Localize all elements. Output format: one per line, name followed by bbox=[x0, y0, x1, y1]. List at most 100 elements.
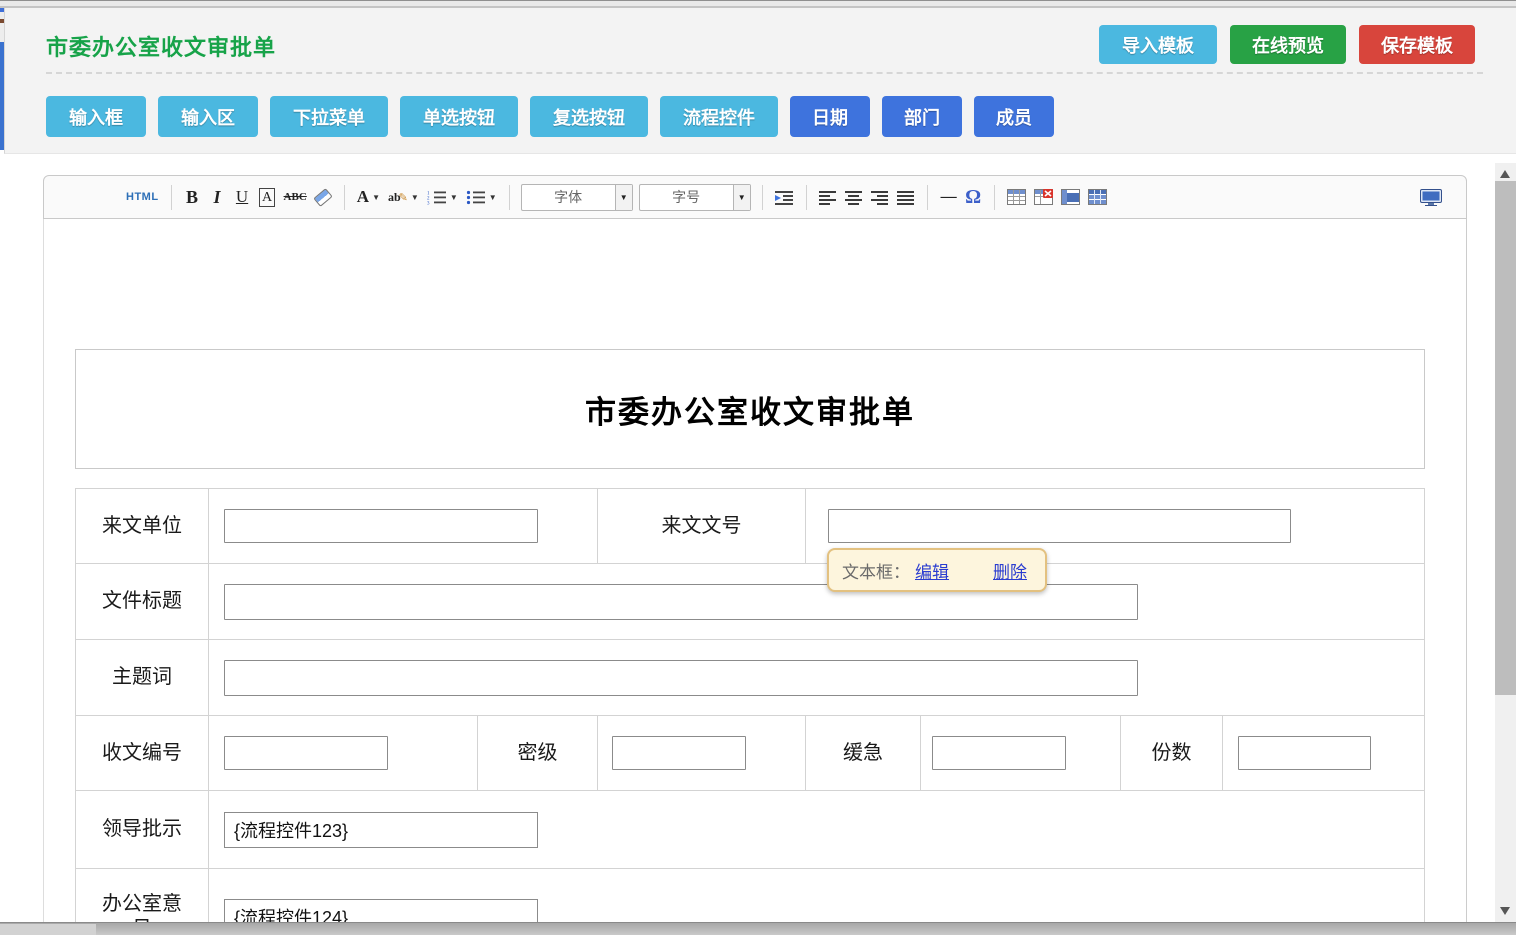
align-center-icon bbox=[845, 190, 863, 205]
tooltip-label: 文本框： bbox=[842, 558, 910, 583]
control-textarea-button[interactable]: 输入区 bbox=[158, 96, 258, 137]
align-center-button[interactable] bbox=[841, 182, 867, 212]
highlight-color-button[interactable]: ab✎▼ bbox=[384, 182, 423, 212]
table-cell bbox=[921, 716, 1121, 790]
horizontal-rule-button[interactable]: — bbox=[936, 182, 961, 212]
secret-label: 密级 bbox=[478, 716, 598, 790]
chevron-down-icon: ▼ bbox=[615, 185, 632, 210]
align-justify-button[interactable] bbox=[893, 182, 919, 212]
font-color-glyph: A bbox=[357, 187, 369, 207]
table-cell bbox=[209, 716, 478, 790]
table-cell-properties-button[interactable] bbox=[1057, 182, 1084, 212]
underline-button[interactable]: U bbox=[230, 182, 255, 212]
control-department-button[interactable]: 部门 bbox=[882, 96, 962, 137]
table-cell bbox=[209, 564, 1426, 639]
align-right-button[interactable] bbox=[867, 182, 893, 212]
page-title: 市委办公室收文审批单 bbox=[46, 30, 276, 62]
font-color-button[interactable]: A▼ bbox=[353, 182, 384, 212]
come-unit-input[interactable] bbox=[224, 509, 538, 543]
table-row-properties-button[interactable] bbox=[1084, 182, 1111, 212]
bold-button[interactable]: B bbox=[180, 182, 205, 212]
urgency-input[interactable] bbox=[932, 736, 1066, 770]
font-family-select[interactable]: 字体▼ bbox=[521, 184, 633, 211]
table-cell bbox=[598, 716, 806, 790]
toolbar-separator bbox=[927, 185, 928, 210]
font-size-select[interactable]: 字号▼ bbox=[639, 184, 751, 211]
strikethrough-button[interactable]: ABC bbox=[280, 182, 311, 212]
align-left-icon bbox=[819, 190, 837, 205]
table-cell: {流程控件123} bbox=[209, 791, 1426, 868]
control-flow-widget-button[interactable]: 流程控件 bbox=[660, 96, 778, 137]
subject-input[interactable] bbox=[224, 660, 1138, 696]
chevron-down-icon: ▼ bbox=[450, 193, 458, 202]
copies-label: 份数 bbox=[1121, 716, 1223, 790]
control-dropdown-button[interactable]: 下拉菜单 bbox=[270, 96, 388, 137]
table-row-icon bbox=[1088, 189, 1107, 205]
control-checkbox-button[interactable]: 复选按钮 bbox=[530, 96, 648, 137]
come-no-input[interactable] bbox=[828, 509, 1291, 543]
table-icon bbox=[1007, 189, 1026, 205]
unordered-list-button[interactable]: ▼ bbox=[462, 182, 501, 212]
subject-label: 主题词 bbox=[76, 640, 209, 715]
chevron-down-icon: ▼ bbox=[372, 193, 380, 202]
svg-text:3: 3 bbox=[427, 201, 430, 205]
font-size-value: 字号 bbox=[640, 185, 733, 210]
left-edge-fragment bbox=[0, 23, 4, 42]
import-template-button[interactable]: 导入模板 bbox=[1099, 25, 1217, 64]
remove-format-button[interactable] bbox=[311, 182, 336, 212]
font-frame-glyph: A bbox=[259, 188, 275, 207]
left-edge-fragment bbox=[0, 12, 4, 19]
special-char-button[interactable]: Ω bbox=[961, 182, 986, 212]
ordered-list-icon: 1 2 3 bbox=[427, 190, 447, 205]
online-preview-button[interactable]: 在线预览 bbox=[1230, 25, 1346, 64]
table-cell-icon bbox=[1061, 189, 1080, 205]
window-top-edge bbox=[0, 0, 1516, 8]
indent-button[interactable] bbox=[771, 182, 798, 212]
secret-input[interactable] bbox=[612, 736, 746, 770]
delete-link[interactable]: 删除 bbox=[993, 558, 1027, 583]
table-row: 主题词 bbox=[76, 640, 1424, 716]
table-cell bbox=[209, 640, 1426, 715]
align-right-icon bbox=[871, 190, 889, 205]
delete-table-button[interactable] bbox=[1030, 182, 1057, 212]
come-no-label: 来文文号 bbox=[598, 489, 806, 563]
table-row: 来文单位 来文文号 bbox=[76, 489, 1424, 564]
scrollbar-thumb[interactable] bbox=[1495, 181, 1516, 695]
receive-no-input[interactable] bbox=[224, 736, 388, 770]
chevron-down-icon: ▼ bbox=[411, 193, 419, 202]
insert-table-button[interactable] bbox=[1003, 182, 1030, 212]
unordered-list-icon bbox=[466, 190, 486, 205]
table-row: 收文编号 密级 缓急 份数 bbox=[76, 716, 1424, 791]
control-radio-button[interactable]: 单选按钮 bbox=[400, 96, 518, 137]
flow-widget-123-field[interactable]: {流程控件123} bbox=[224, 812, 538, 848]
editor-canvas[interactable]: 市委办公室收文审批单 来文单位 来文文号 文件标题 主题词 收文编号 bbox=[43, 219, 1467, 935]
field-type-toolbar: 输入框 输入区 下拉菜单 单选按钮 复选按钮 流程控件 日期 部门 成员 bbox=[46, 96, 1054, 137]
chevron-down-icon: ▼ bbox=[489, 193, 497, 202]
table-cell bbox=[1223, 716, 1426, 790]
control-member-button[interactable]: 成员 bbox=[974, 96, 1054, 137]
scroll-up-arrow[interactable] bbox=[1500, 170, 1510, 178]
table-cell bbox=[209, 489, 598, 563]
table-row: 领导批示 {流程控件123} bbox=[76, 791, 1424, 869]
font-family-value: 字体 bbox=[522, 185, 615, 210]
toolbar-separator bbox=[344, 185, 345, 210]
fullscreen-button[interactable] bbox=[1416, 182, 1446, 212]
align-left-button[interactable] bbox=[815, 182, 841, 212]
toolbar-separator bbox=[509, 185, 510, 210]
edit-link[interactable]: 编辑 bbox=[915, 558, 949, 583]
control-date-button[interactable]: 日期 bbox=[790, 96, 870, 137]
save-template-button[interactable]: 保存模板 bbox=[1359, 25, 1475, 64]
scroll-down-arrow[interactable] bbox=[1500, 907, 1510, 915]
textbox-context-tooltip: 文本框： 编辑 删除 bbox=[827, 548, 1047, 592]
header-separator bbox=[46, 72, 1483, 74]
pencil-icon: ✎ bbox=[399, 191, 408, 204]
form-table: 来文单位 来文文号 文件标题 主题词 收文编号 密 bbox=[75, 488, 1425, 935]
copies-input[interactable] bbox=[1238, 736, 1371, 770]
toolbar-separator bbox=[171, 185, 172, 210]
italic-button[interactable]: I bbox=[205, 182, 230, 212]
html-source-button[interactable]: HTML bbox=[122, 182, 163, 212]
control-input-box-button[interactable]: 输入框 bbox=[46, 96, 146, 137]
ordered-list-button[interactable]: 1 2 3 ▼ bbox=[423, 182, 462, 212]
editor-scrollbar[interactable] bbox=[1495, 163, 1516, 922]
font-frame-button[interactable]: A bbox=[255, 182, 280, 212]
